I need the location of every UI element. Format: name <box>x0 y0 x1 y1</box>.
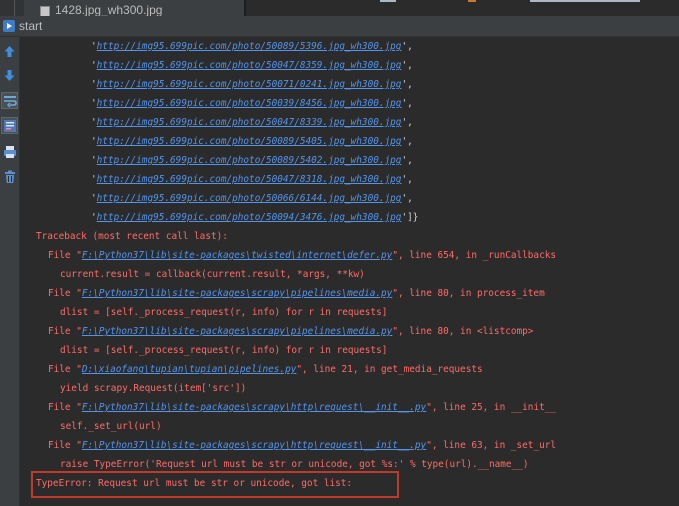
file-image-icon <box>40 6 50 16</box>
url-link[interactable]: http://img95.699pic.com/photo/50047/8359… <box>97 60 402 71</box>
traceback-frame: File "F:\Python37\lib\site-packages\scra… <box>48 436 556 455</box>
list-item: 'http://img95.699pic.com/photo/50047/831… <box>91 174 413 185</box>
frame-location: , line 80, in <listcomp> <box>397 326 534 337</box>
traceback-code: current.result = callback(current.result… <box>60 269 365 280</box>
final-error-message: TypeError: Request url must be str or un… <box>36 478 353 489</box>
run-config-tab[interactable]: start <box>19 19 42 33</box>
url-link[interactable]: http://img95.699pic.com/photo/50047/8318… <box>97 174 402 185</box>
list-item: 'http://img95.699pic.com/photo/50071/024… <box>91 79 413 90</box>
project-tree-gutter <box>0 0 24 16</box>
trash-icon <box>4 170 15 183</box>
soft-wrap-button[interactable] <box>1 92 18 109</box>
file-prefix: File " <box>48 288 82 299</box>
traceback-frame: File "F:\Python37\lib\site-packages\twis… <box>48 246 556 265</box>
traceback-code: self._set_url(url) <box>60 421 162 432</box>
list-item: 'http://img95.699pic.com/photo/50047/835… <box>91 60 413 71</box>
list-item: 'http://img95.699pic.com/photo/50066/614… <box>91 193 413 204</box>
top-strip: 1428.jpg_wh300.jpg <box>0 0 679 16</box>
list-item: 'http://img95.699pic.com/photo/50047/833… <box>91 117 413 128</box>
url-link[interactable]: http://img95.699pic.com/photo/50066/6144… <box>97 193 402 204</box>
list-end: ]} <box>407 212 419 223</box>
file-prefix: File " <box>48 440 82 451</box>
traceback-frame: File "D:\xiaofang\tupian\tupian\pipeline… <box>48 360 483 379</box>
list-item: 'http://img95.699pic.com/photo/50039/845… <box>91 98 413 109</box>
run-config-icon <box>3 20 15 32</box>
clear-all-button[interactable] <box>1 168 18 185</box>
project-file-item[interactable]: 1428.jpg_wh300.jpg <box>55 3 162 16</box>
up-arrow-icon <box>4 46 15 57</box>
traceback-code: yield scrapy.Request(item['src']) <box>60 383 247 394</box>
url-link[interactable]: http://img95.699pic.com/photo/50039/8456… <box>97 98 402 109</box>
file-path-link[interactable]: F:\Python37\lib\site-packages\twisted\in… <box>82 250 392 261</box>
tree-guide-line <box>14 0 15 16</box>
editor-code-fragment <box>530 0 640 2</box>
file-prefix: File " <box>48 402 82 413</box>
url-link[interactable]: http://img95.699pic.com/photo/50094/3476… <box>97 212 402 223</box>
soft-wrap-icon <box>3 95 17 107</box>
editor-code-fragment <box>468 0 476 2</box>
url-link[interactable]: http://img95.699pic.com/photo/50071/0241… <box>97 79 402 90</box>
traceback-code: dlist = [self._process_request(r, info) … <box>60 307 388 318</box>
run-tool-window-header: start <box>0 16 679 37</box>
url-link[interactable]: http://img95.699pic.com/photo/50089/5396… <box>97 41 402 52</box>
frame-location: , line 21, in get_media_requests <box>302 364 483 375</box>
list-item: 'http://img95.699pic.com/photo/50089/539… <box>91 41 413 52</box>
frame-location: , line 654, in _runCallbacks <box>397 250 557 261</box>
down-arrow-button[interactable] <box>1 67 18 84</box>
file-prefix: File " <box>48 326 82 337</box>
frame-location: , line 63, in _set_url <box>431 440 557 451</box>
print-icon <box>3 145 16 158</box>
scroll-to-end-icon <box>3 119 16 132</box>
print-button[interactable] <box>1 143 18 160</box>
traceback-frame: File "F:\Python37\lib\site-packages\scra… <box>48 398 556 417</box>
url-link[interactable]: http://img95.699pic.com/photo/50089/5402… <box>97 155 402 166</box>
file-path-link[interactable]: F:\Python37\lib\site-packages\scrapy\htt… <box>82 440 426 451</box>
url-link[interactable]: http://img95.699pic.com/photo/50089/5405… <box>97 136 402 147</box>
file-path-link[interactable]: F:\Python37\lib\site-packages\scrapy\pip… <box>82 326 392 337</box>
up-arrow-button[interactable] <box>1 43 18 60</box>
frame-location: , line 80, in process_item <box>397 288 545 299</box>
traceback-header: Traceback (most recent call last): <box>36 231 228 242</box>
console-toolbar <box>0 37 20 506</box>
down-arrow-icon <box>4 70 15 81</box>
editor-pane[interactable] <box>246 0 679 16</box>
frame-location: , line 25, in __init__ <box>431 402 557 413</box>
traceback-code: dlist = [self._process_request(r, info) … <box>60 345 388 356</box>
file-prefix: File " <box>48 250 82 261</box>
console-output[interactable]: 'http://img95.699pic.com/photo/50089/539… <box>23 37 679 506</box>
editor-code-fragment <box>380 0 396 2</box>
file-prefix: File " <box>48 364 82 375</box>
scroll-to-end-button[interactable] <box>1 117 18 134</box>
url-link[interactable]: http://img95.699pic.com/photo/50047/8339… <box>97 117 402 128</box>
traceback-frame: File "F:\Python37\lib\site-packages\scra… <box>48 322 533 341</box>
list-item: 'http://img95.699pic.com/photo/50094/347… <box>91 212 419 223</box>
file-path-link[interactable]: F:\Python37\lib\site-packages\scrapy\pip… <box>82 288 392 299</box>
file-path-link[interactable]: F:\Python37\lib\site-packages\scrapy\htt… <box>82 402 426 413</box>
list-item: 'http://img95.699pic.com/photo/50089/540… <box>91 155 413 166</box>
file-path-link[interactable]: D:\xiaofang\tupian\tupian\pipelines.py <box>82 364 296 375</box>
traceback-frame: File "F:\Python37\lib\site-packages\scra… <box>48 284 545 303</box>
list-item: 'http://img95.699pic.com/photo/50089/540… <box>91 136 413 147</box>
